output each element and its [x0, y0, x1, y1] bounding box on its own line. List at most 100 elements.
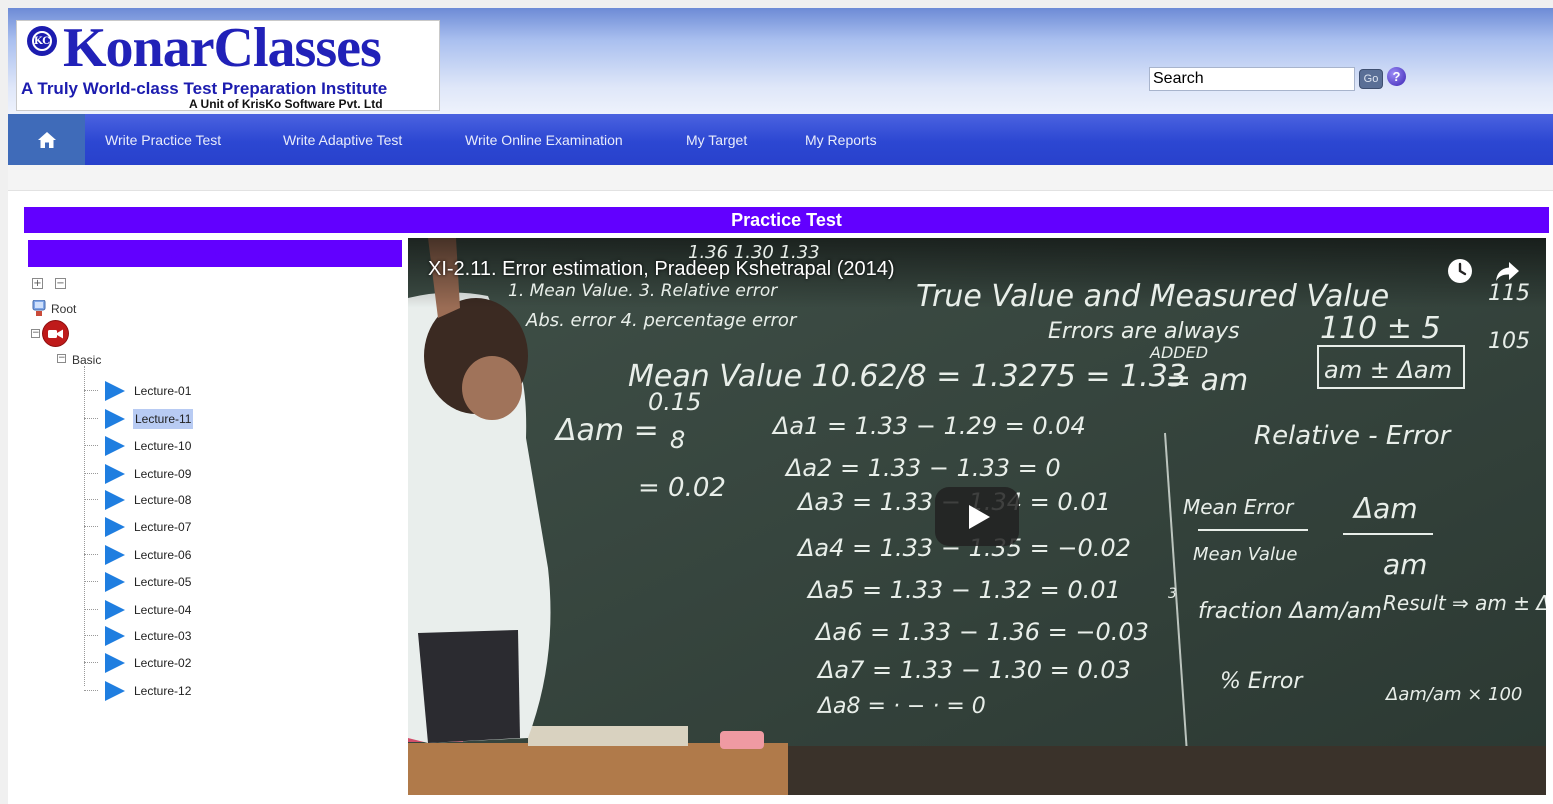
play-icon: [969, 504, 990, 529]
play-icon: [105, 517, 125, 537]
chalk-text: Δa1 = 1.33 − 1.29 = 0.04: [771, 412, 1086, 440]
play-button[interactable]: [935, 487, 1019, 546]
lecture-item[interactable]: Lecture-02: [84, 652, 324, 674]
chalk-text: Errors are always: [1048, 319, 1240, 344]
chalk-text: Δam =: [554, 413, 659, 448]
lecture-label[interactable]: Lecture-05: [133, 575, 192, 589]
lecture-label[interactable]: Lecture-03: [133, 629, 192, 643]
lecture-item[interactable]: Lecture-08: [84, 489, 324, 511]
chalk-text: fraction Δam/am: [1198, 599, 1382, 624]
lecture-item[interactable]: Lecture-01: [84, 380, 324, 402]
lecture-item[interactable]: Lecture-09: [84, 463, 324, 485]
main-nav: Write Practice Test Write Adaptive Test …: [8, 114, 1553, 165]
chalk-text: Relative - Error: [1254, 421, 1453, 451]
lecture-label[interactable]: Lecture-08: [133, 493, 192, 507]
play-icon: [105, 436, 125, 456]
lecture-label[interactable]: Lecture-12: [133, 684, 192, 698]
lecture-item[interactable]: Lecture-10: [84, 435, 324, 457]
sub-bar: [8, 165, 1553, 191]
collapse-node-icon[interactable]: −: [31, 329, 40, 338]
collapse-basic-icon[interactable]: −: [57, 354, 66, 363]
chalk-text: am ± Δam: [1324, 356, 1452, 384]
chalk-text: 0.15: [648, 388, 701, 416]
search-input[interactable]: [1149, 67, 1355, 91]
chalk-text: Δa7 = 1.33 − 1.30 = 0.03: [816, 656, 1131, 684]
chalk-text: 105: [1488, 329, 1530, 354]
nav-my-reports[interactable]: My Reports: [805, 132, 877, 148]
logo-tagline: A Truly World-class Test Preparation Ins…: [21, 79, 388, 98]
collapse-all-icon[interactable]: −: [55, 278, 66, 289]
video-title[interactable]: XI-2.11. Error estimation, Pradeep Kshet…: [428, 258, 895, 281]
lecture-label[interactable]: Lecture-06: [133, 548, 192, 562]
play-icon: [105, 600, 125, 620]
lecture-label[interactable]: Lecture-09: [133, 467, 192, 481]
home-icon: [37, 131, 56, 148]
play-icon: [105, 681, 125, 701]
chalk-text: Mean Error: [1183, 495, 1295, 519]
share-icon[interactable]: [1493, 257, 1521, 285]
play-icon: [105, 572, 125, 592]
chalk-text: Mean Value: [1193, 544, 1297, 565]
chalk-text: % Error: [1220, 669, 1304, 694]
play-icon: [105, 409, 125, 429]
chalk-text: 1. Mean Value. 3. Relative error: [508, 281, 778, 301]
chalk-text: 110 ± 5: [1320, 311, 1441, 346]
chalk-text: True Value and Measured Value: [916, 279, 1389, 314]
chalk-text: Mean Value 10.62/8 = 1.3275 = 1.33: [628, 359, 1187, 394]
chalk-text: Abs. error 4. percentage error: [525, 310, 798, 331]
nav-write-online-examination[interactable]: Write Online Examination: [465, 132, 623, 148]
lecture-label[interactable]: Lecture-01: [133, 384, 192, 398]
lecture-item[interactable]: Lecture-12: [84, 680, 324, 702]
chalk-text: Δa6 = 1.33 − 1.36 = −0.03: [814, 618, 1149, 646]
lecture-item[interactable]: Lecture-03: [84, 625, 324, 647]
video-camera-icon: [43, 321, 68, 346]
sidebar-header: Online Material: [28, 240, 402, 267]
home-button[interactable]: [8, 114, 85, 165]
lecture-label[interactable]: Lecture-02: [133, 656, 192, 670]
page-title: Practice Test: [24, 207, 1549, 233]
go-button[interactable]: Go: [1359, 69, 1383, 89]
chalk-text: Δa8 = · − · = 0: [816, 694, 986, 719]
chalk-text: Δa2 = 1.33 − 1.33 = 0: [784, 454, 1061, 482]
play-icon: [105, 545, 125, 565]
chalk-text: am: [1383, 548, 1427, 581]
root-computer-icon: [32, 300, 46, 316]
lecture-item[interactable]: Lecture-04: [84, 599, 324, 621]
video-player[interactable]: 1. Mean Value. 3. Relative error Abs. er…: [408, 238, 1546, 795]
lecture-label[interactable]: Lecture-04: [133, 603, 192, 617]
play-icon: [105, 464, 125, 484]
logo-mark-icon: KC: [27, 26, 57, 56]
lecture-item[interactable]: Lecture-06: [84, 544, 324, 566]
chalk-text: Δam/am × 100: [1384, 684, 1522, 705]
lecture-item[interactable]: Lecture-07: [84, 516, 324, 538]
lecture-item[interactable]: Lecture-05: [84, 571, 324, 593]
nav-my-target[interactable]: My Target: [686, 132, 747, 148]
site-logo[interactable]: KC KonarClasses A Truly World-class Test…: [16, 17, 440, 111]
chalk-text: 8: [670, 426, 685, 454]
watch-later-icon[interactable]: [1446, 257, 1474, 285]
chalk-text: = 0.02: [638, 473, 726, 503]
logo-mark-text: KC: [32, 31, 52, 51]
logo-brand: KonarClasses: [63, 17, 382, 79]
play-icon: [105, 626, 125, 646]
tree-root[interactable]: Root: [51, 302, 76, 316]
chalk-text: Δam: [1352, 492, 1418, 525]
lecture-label[interactable]: Lecture-10: [133, 439, 192, 453]
play-icon: [105, 490, 125, 510]
question-icon[interactable]: ?: [1387, 67, 1406, 86]
chalk-text: Δa5 = 1.33 − 1.32 = 0.01: [806, 576, 1121, 604]
chalk-text: Result ⇒ am ± Δa: [1383, 591, 1546, 615]
tree-folder-basic[interactable]: Basic: [72, 353, 101, 367]
nav-write-practice-test[interactable]: Write Practice Test: [105, 132, 221, 148]
expand-all-icon[interactable]: +: [32, 278, 43, 289]
chalk-text: 3: [1168, 586, 1177, 602]
logo-unit: A Unit of KrisKo Software Pvt. Ltd: [189, 97, 383, 111]
page: KC KonarClasses A Truly World-class Test…: [8, 8, 1553, 804]
nav-write-adaptive-test[interactable]: Write Adaptive Test: [283, 132, 402, 148]
chalk-text: = am: [1166, 363, 1248, 398]
lecture-item[interactable]: Lecture-11: [84, 408, 324, 430]
play-icon: [105, 381, 125, 401]
lecture-label[interactable]: Lecture-07: [133, 520, 192, 534]
site-header: KC KonarClasses A Truly World-class Test…: [8, 8, 1553, 114]
lecture-label-selected[interactable]: Lecture-11: [133, 409, 194, 429]
